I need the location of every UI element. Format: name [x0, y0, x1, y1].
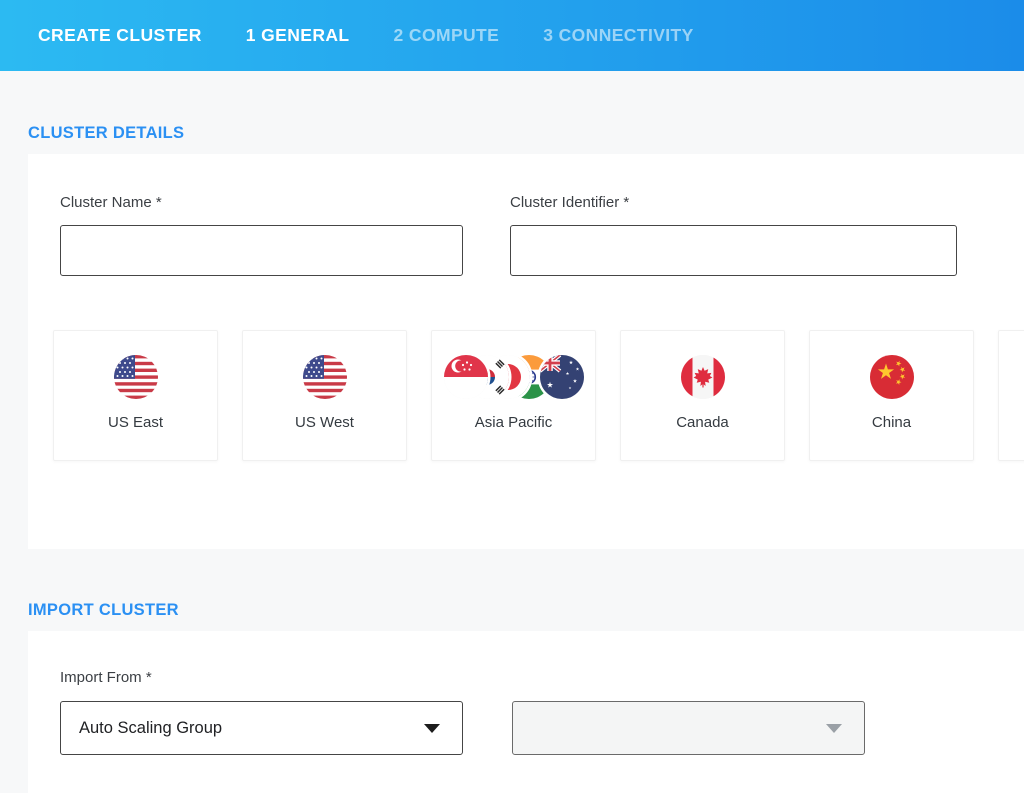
region-card-canada[interactable]: Canada: [620, 330, 785, 461]
cluster-identifier-field-group: Cluster Identifier *: [510, 194, 957, 276]
cluster-name-field-group: Cluster Name *: [60, 194, 463, 276]
import-cluster-heading: IMPORT CLUSTER: [28, 601, 1024, 620]
wizard-header: CREATE CLUSTER 1 GENERAL 2 COMPUTE 3 CON…: [0, 0, 1024, 71]
china-flag-icon: [870, 355, 914, 399]
chevron-down-icon: [424, 724, 440, 733]
import-from-select[interactable]: Auto Scaling Group: [60, 701, 463, 755]
us-flag-icon: [303, 355, 347, 399]
cluster-identifier-input[interactable]: [510, 225, 957, 276]
import-selects-row: Auto Scaling Group: [60, 701, 1024, 755]
import-cluster-panel: Import From * Auto Scaling Group: [28, 631, 1024, 793]
tab-compute[interactable]: 2 COMPUTE: [394, 25, 500, 46]
import-from-label: Import From *: [60, 669, 1024, 686]
region-card-us-west[interactable]: US West: [242, 330, 407, 461]
tab-general[interactable]: 1 GENERAL: [246, 25, 350, 46]
region-card-label: Asia Pacific: [475, 414, 553, 431]
tab-connectivity[interactable]: 3 CONNECTIVITY: [543, 25, 693, 46]
wizard-body: CLUSTER DETAILS Cluster Name * Cluster I…: [0, 71, 1024, 793]
region-card-label: US East: [108, 414, 163, 431]
region-card-label: Canada: [676, 414, 729, 431]
import-source-select[interactable]: [512, 701, 865, 755]
import-from-selected-value: Auto Scaling Group: [79, 719, 222, 738]
australia-flag-icon: [540, 355, 584, 399]
region-card-label: US West: [295, 414, 354, 431]
region-card-china[interactable]: China: [809, 330, 974, 461]
wizard-title: CREATE CLUSTER: [38, 25, 202, 46]
cluster-name-label: Cluster Name *: [60, 194, 463, 211]
canada-flag-icon: [681, 355, 725, 399]
singapore-flag-icon: [444, 355, 488, 399]
region-card-asia-pacific[interactable]: Asia Pacific: [431, 330, 596, 461]
cluster-details-panel: Cluster Name * Cluster Identifier *: [28, 154, 1024, 549]
region-cards-row: US East: [53, 330, 1024, 461]
cluster-details-heading: CLUSTER DETAILS: [28, 124, 1024, 143]
cluster-fields-row: Cluster Name * Cluster Identifier *: [60, 194, 1024, 276]
us-flag-icon: [114, 355, 158, 399]
region-card-us-east[interactable]: US East: [53, 330, 218, 461]
cluster-identifier-label: Cluster Identifier *: [510, 194, 957, 211]
asia-pacific-flags-icon: [444, 355, 584, 399]
region-card-label: China: [872, 414, 911, 431]
region-card-partial[interactable]: [998, 330, 1024, 461]
cluster-name-input[interactable]: [60, 225, 463, 276]
chevron-down-icon: [826, 724, 842, 733]
